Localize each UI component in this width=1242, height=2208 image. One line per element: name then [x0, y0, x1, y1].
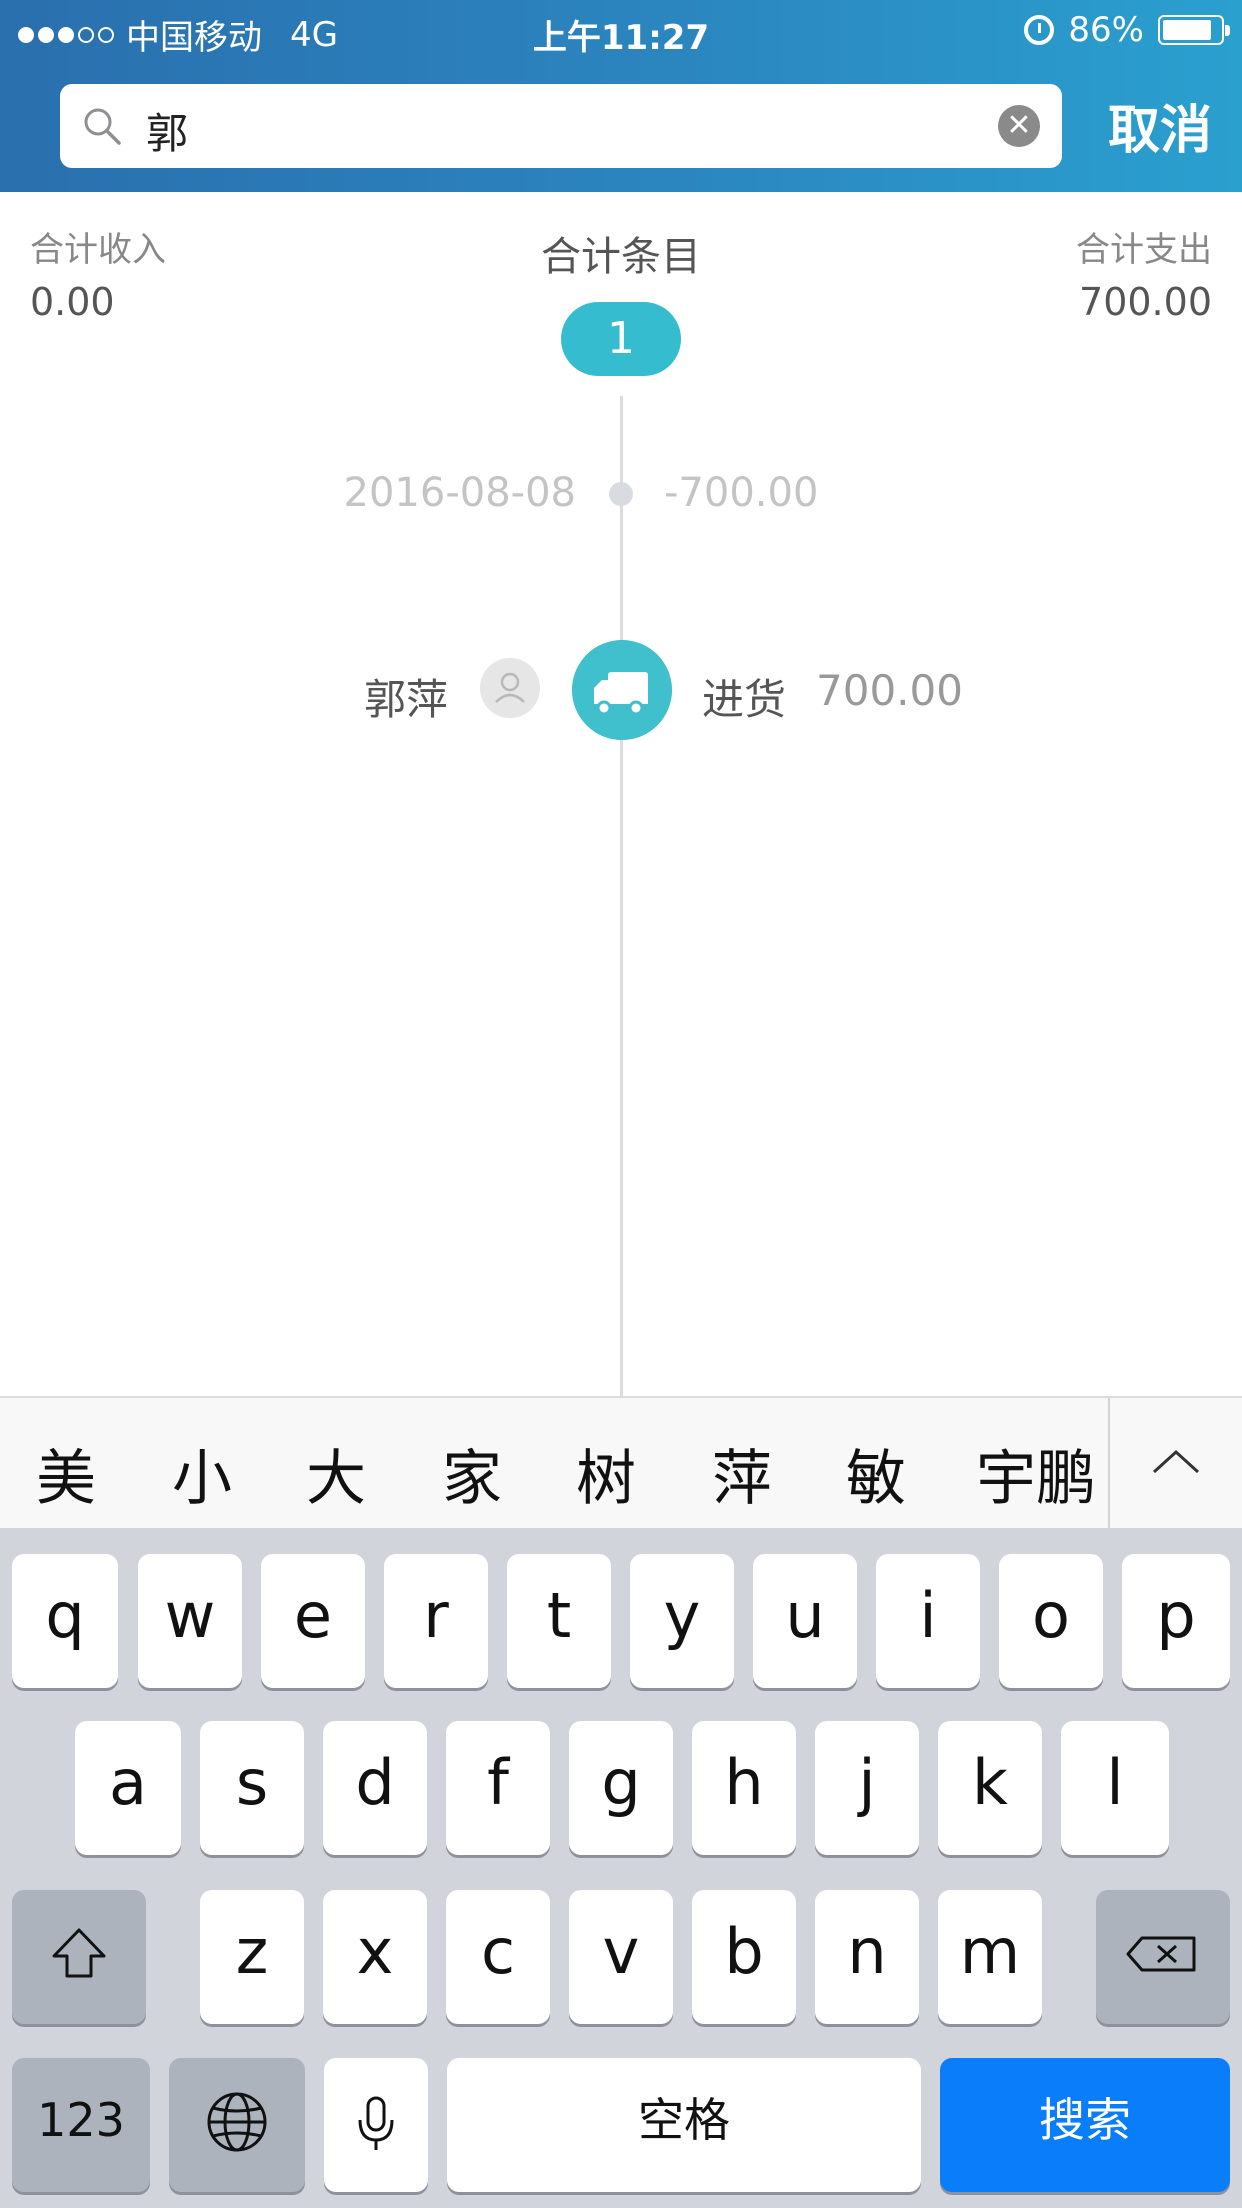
candidate-word[interactable]: 萍 [712, 1430, 772, 1517]
key-k[interactable]: k [938, 1721, 1042, 1855]
search-input[interactable]: 郭 [146, 100, 946, 161]
key-g[interactable]: g [569, 1721, 673, 1855]
key-q[interactable]: q [12, 1554, 118, 1688]
key-j[interactable]: j [815, 1721, 919, 1855]
backspace-key[interactable] [1096, 1890, 1230, 2024]
key-o[interactable]: o [999, 1554, 1103, 1688]
key-d[interactable]: d [323, 1721, 427, 1855]
key-w[interactable]: w [138, 1554, 242, 1688]
timeline-line [620, 396, 623, 1396]
globe-icon [207, 2092, 267, 2152]
key-b[interactable]: b [692, 1890, 796, 2024]
total-expense-label: 合计支出 [1076, 230, 1212, 270]
shift-key[interactable] [12, 1890, 146, 2024]
key-c[interactable]: c [446, 1890, 550, 2024]
dictation-key[interactable] [324, 2058, 428, 2192]
timeline-date: 2016-08-08 [343, 470, 576, 516]
count-badge: 1 [561, 302, 681, 376]
cancel-button[interactable]: 取消 [1108, 88, 1212, 163]
search-icon [84, 108, 121, 145]
entry-amount[interactable]: 700.00 [816, 666, 963, 715]
timeline-date-dot [609, 482, 633, 506]
key-h[interactable]: h [692, 1721, 796, 1855]
candidate-word[interactable]: 宇鹏 [976, 1430, 1096, 1517]
key-e[interactable]: e [261, 1554, 365, 1688]
space-key[interactable]: 空格 [447, 2058, 921, 2192]
timeline-day-total: -700.00 [664, 470, 819, 516]
key-x[interactable]: x [323, 1890, 427, 2024]
candidate-word[interactable]: 家 [442, 1430, 502, 1517]
alarm-icon [1024, 15, 1055, 45]
shift-icon [52, 1928, 106, 1978]
header: 中国移动 4G 上午11:27 86% 郭 ✕ 取消 [0, 0, 1242, 192]
backspace-icon [1126, 1936, 1196, 1972]
entry-category[interactable]: 进货 [702, 666, 786, 727]
key-i[interactable]: i [876, 1554, 980, 1688]
candidate-word[interactable]: 大 [306, 1430, 366, 1517]
key-y[interactable]: y [630, 1554, 734, 1688]
key-f[interactable]: f [446, 1721, 550, 1855]
search-key[interactable]: 搜索 [940, 2058, 1230, 2192]
key-u[interactable]: u [753, 1554, 857, 1688]
key-r[interactable]: r [384, 1554, 488, 1688]
microphone-icon [358, 2096, 394, 2150]
total-income-value: 0.00 [30, 280, 115, 324]
key-a[interactable]: a [75, 1721, 181, 1855]
candidate-bar: 美 小 大 家 树 萍 敏 宇鹏 [0, 1396, 1242, 1530]
status-bar: 中国移动 4G 上午11:27 86% [0, 0, 1242, 62]
battery-icon [1158, 15, 1230, 45]
candidate-word[interactable]: 树 [576, 1430, 636, 1517]
key-n[interactable]: n [815, 1890, 919, 2024]
key-l[interactable]: l [1061, 1721, 1169, 1855]
key-m[interactable]: m [938, 1890, 1042, 2024]
chevron-up-icon[interactable] [1110, 1398, 1242, 1530]
candidate-word[interactable]: 小 [172, 1430, 232, 1517]
battery-percent: 86% [1068, 10, 1144, 50]
truck-icon[interactable] [572, 640, 672, 740]
globe-key[interactable] [169, 2058, 305, 2192]
total-count-label: 合计条目 [541, 234, 701, 280]
key-v[interactable]: v [569, 1890, 673, 2024]
candidate-word[interactable]: 敏 [846, 1430, 906, 1517]
key-p[interactable]: p [1122, 1554, 1230, 1688]
key-z[interactable]: z [200, 1890, 304, 2024]
key-s[interactable]: s [200, 1721, 304, 1855]
person-avatar-icon [480, 658, 540, 718]
entry-person-name[interactable]: 郭萍 [364, 666, 448, 727]
total-expense-value: 700.00 [1079, 280, 1212, 324]
keyboard: q w e r t y u i o p a s d f g h j k l z … [0, 1528, 1242, 2208]
key-t[interactable]: t [507, 1554, 611, 1688]
candidate-word[interactable]: 美 [36, 1430, 96, 1517]
search-field[interactable]: 郭 ✕ [60, 84, 1062, 168]
clear-search-icon[interactable]: ✕ [998, 105, 1040, 147]
numbers-key[interactable]: 123 [12, 2058, 150, 2192]
